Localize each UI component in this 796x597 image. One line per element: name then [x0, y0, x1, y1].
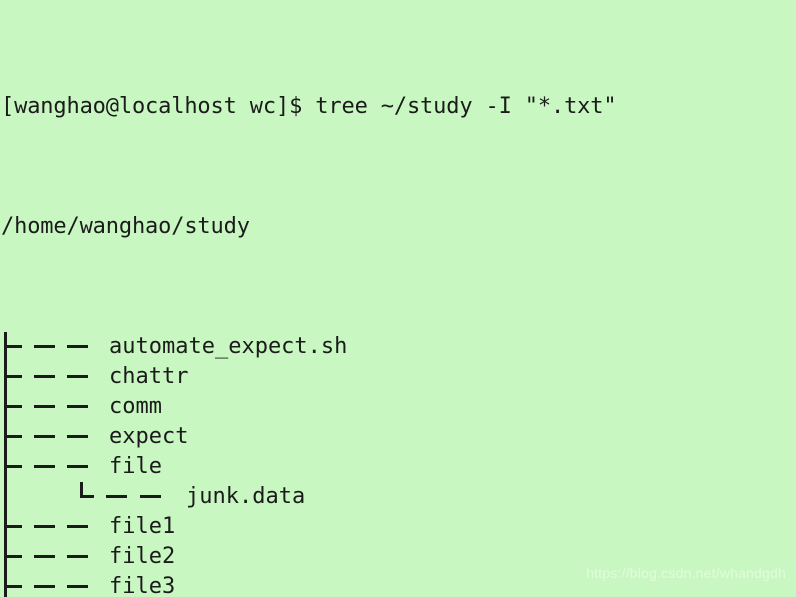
tree-dash-icon: [34, 375, 55, 378]
tree-entry: expect: [1, 422, 616, 452]
tree-entry-name: comm: [109, 394, 162, 419]
tree-dash-icon: [67, 525, 88, 528]
tree-entry: file3: [1, 572, 616, 597]
terminal-window[interactable]: [wanghao@localhost wc]$ tree ~/study -I …: [0, 0, 796, 597]
tree-dash-icon: [67, 465, 88, 468]
tree-output: automate_expect.shchattr comm expect file ju…: [1, 332, 616, 597]
tree-branch-glyph: [1, 452, 109, 482]
tree-dash-icon: [34, 465, 55, 468]
terminal-screen[interactable]: [wanghao@localhost wc]$ tree ~/study -I …: [0, 0, 617, 597]
tree-branch-glyph: [1, 572, 109, 597]
tree-corner-arm-icon: [80, 495, 94, 498]
tree-tee-icon: [4, 345, 22, 348]
tree-tee-icon: [4, 375, 22, 378]
tree-root-path: /home/wanghao/study: [1, 214, 250, 239]
tree-branch-glyph: [1, 332, 109, 362]
tree-dash-icon: [34, 525, 55, 528]
tree-dash-icon: [34, 555, 55, 558]
tree-entry-name: file: [109, 454, 162, 479]
tree-entry: comm: [1, 392, 616, 422]
tree-dash-icon: [34, 435, 55, 438]
tree-tee-icon: [4, 585, 22, 588]
tree-tee-icon: [4, 435, 22, 438]
tree-dash-icon: [34, 345, 55, 348]
tree-dash-icon: [67, 435, 88, 438]
tree-entry: chattr: [1, 362, 616, 392]
tree-entry: file1: [1, 512, 616, 542]
tree-entry: file: [1, 452, 616, 482]
tree-dash-icon: [67, 405, 88, 408]
tree-entry-name: automate_expect.sh: [109, 334, 348, 359]
tree-tee-icon: [4, 465, 22, 468]
tree-entry-name: chattr: [109, 364, 189, 389]
tree-dash-icon: [106, 495, 127, 498]
tree-entry: automate_expect.sh: [1, 332, 616, 362]
tree-trunk-icon: [4, 482, 7, 512]
prompt-line: [wanghao@localhost wc]$ tree ~/study -I …: [1, 94, 617, 119]
tree-entry-name: file1: [109, 514, 176, 539]
tree-dash-icon: [67, 585, 88, 588]
tree-dash-icon: [34, 585, 55, 588]
tree-entry: file2: [1, 542, 616, 572]
tree-tee-icon: [4, 525, 22, 528]
tree-branch-glyph: [1, 422, 109, 452]
tree-branch-glyph: [1, 512, 109, 542]
tree-branch-glyph: [1, 362, 109, 392]
tree-branch-glyph: [1, 542, 109, 572]
tree-dash-icon: [67, 555, 88, 558]
tree-entry-name: junk.data: [186, 484, 306, 509]
tree-tee-icon: [4, 555, 22, 558]
tree-branch-glyph: [1, 482, 186, 512]
tree-dash-icon: [34, 405, 55, 408]
tree-tee-icon: [4, 405, 22, 408]
tree-entry: junk.data: [1, 482, 616, 512]
tree-entry-name: file2: [109, 544, 176, 569]
tree-entry-name: file3: [109, 574, 176, 597]
tree-entry-name: expect: [109, 424, 189, 449]
tree-dash-icon: [140, 495, 161, 498]
tree-dash-icon: [67, 375, 88, 378]
tree-dash-icon: [67, 345, 88, 348]
tree-branch-glyph: [1, 392, 109, 422]
